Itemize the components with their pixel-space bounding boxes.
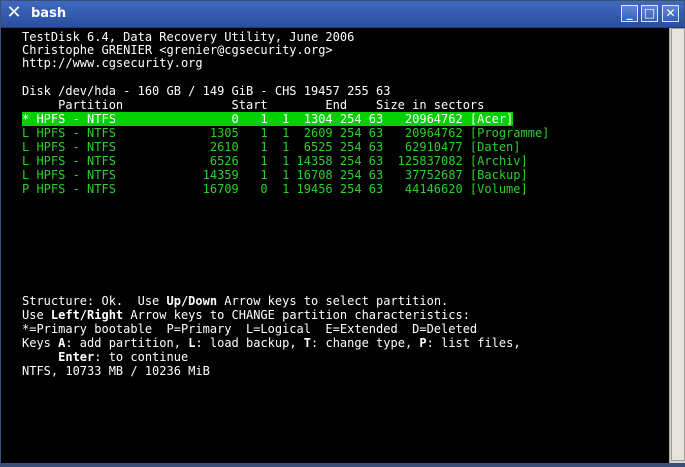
partition-row[interactable]: L HPFS - NTFS 6526 1 1 14358 254 63 1258… <box>22 154 528 168</box>
help-key: Up/Down <box>166 294 218 308</box>
partition-row[interactable]: L HPFS - NTFS 1305 1 1 2609 254 63 20964… <box>22 126 549 140</box>
x-terminal-icon[interactable]: ✕ <box>5 4 23 22</box>
help-text <box>22 350 58 364</box>
disk-info: Disk /dev/hda - 160 GB / 149 GiB - CHS 1… <box>22 84 391 98</box>
help-text: : list files, <box>426 336 521 350</box>
partition-columns-header: Partition Start End Size in sectors <box>22 98 485 112</box>
help-text: Keys <box>22 336 59 350</box>
help-key: P <box>419 336 427 350</box>
minimize-icon[interactable]: _ <box>621 5 638 22</box>
partition-row[interactable]: L HPFS - NTFS 14359 1 1 16708 254 63 377… <box>22 168 528 182</box>
help-text: Use <box>22 308 51 322</box>
help-text: : add partition, <box>65 336 189 350</box>
partition-row-selected[interactable]: * HPFS - NTFS 0 1 1 1304 254 63 20964762… <box>22 112 514 126</box>
terminal-window: ✕ bash _ □ ✕ TestDisk 6.4, Data Recovery… <box>0 0 685 467</box>
scrollbar-thumb[interactable] <box>671 28 685 461</box>
partition-size-info: NTFS, 10733 MB / 10236 MiB <box>22 364 210 378</box>
help-legend-line: *=Primary bootable P=Primary L=Logical E… <box>22 322 478 336</box>
window-bottom-border <box>1 463 684 466</box>
help-key: Enter <box>58 350 95 364</box>
help-key: Left/Right <box>50 308 124 322</box>
help-text: Arrow keys to select partition. <box>217 294 449 308</box>
header-line: http://www.cgsecurity.org <box>22 56 203 70</box>
header-line: Christophe GRENIER <grenier@cgsecurity.o… <box>22 43 333 57</box>
help-text: : load backup, <box>195 336 304 350</box>
help-keys-line: Keys A: add partition, L: load backup, T… <box>22 336 521 350</box>
terminal-screen[interactable]: TestDisk 6.4, Data Recovery Utility, Jun… <box>4 28 669 463</box>
maximize-icon[interactable]: □ <box>641 5 658 22</box>
header-line: TestDisk 6.4, Data Recovery Utility, Jun… <box>22 30 355 44</box>
close-icon[interactable]: ✕ <box>662 5 679 22</box>
partition-row[interactable]: P HPFS - NTFS 16709 0 1 19456 254 63 441… <box>22 182 528 196</box>
help-text: Structure: Ok. Use <box>22 294 167 308</box>
help-continue-line: Enter: to continue <box>22 350 188 364</box>
scrollbar[interactable] <box>669 28 685 463</box>
help-change-line: Use Left/Right Arrow keys to CHANGE part… <box>22 308 470 322</box>
partition-row[interactable]: L HPFS - NTFS 2610 1 1 6525 254 63 62910… <box>22 140 521 154</box>
help-structure-line: Structure: Ok. Use Up/Down Arrow keys to… <box>22 294 448 308</box>
help-key: T <box>303 336 312 350</box>
title-bar[interactable]: ✕ bash _ □ ✕ <box>1 1 684 28</box>
help-text: : to continue <box>94 350 189 364</box>
window-title: bash <box>31 6 67 21</box>
help-text: : change type, <box>311 336 420 350</box>
help-text: Arrow keys to CHANGE partition character… <box>123 308 470 322</box>
